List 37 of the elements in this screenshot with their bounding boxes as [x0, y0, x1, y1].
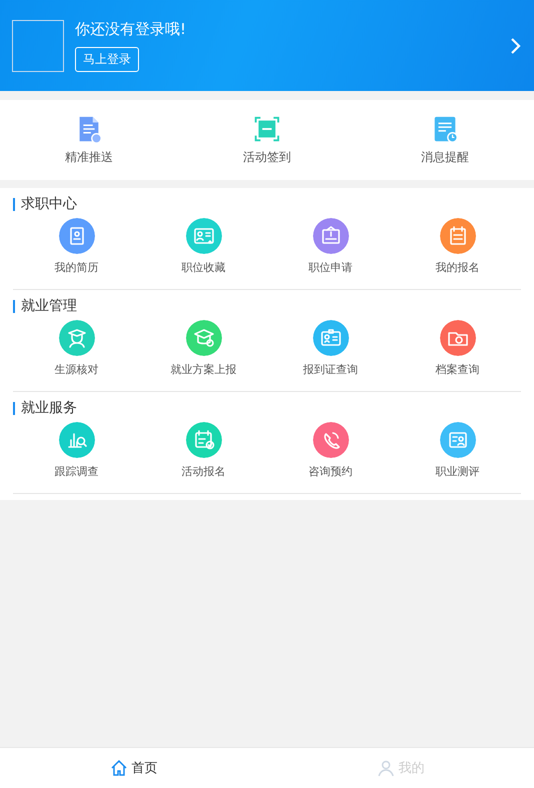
- menu-item-label[interactable]: 跟踪调查: [54, 464, 98, 479]
- chart-search-icon[interactable]: [58, 422, 94, 458]
- test-sheet-icon[interactable]: [440, 422, 476, 458]
- person-icon: [376, 759, 394, 777]
- calendar-icon[interactable]: [186, 422, 222, 458]
- clipboard-icon[interactable]: [440, 218, 476, 254]
- login-prompt: 你还没有登录哦!: [75, 20, 186, 38]
- menu-item-label[interactable]: 活动报名: [182, 464, 226, 479]
- job-sign-icon[interactable]: [312, 218, 348, 254]
- quick-action[interactable]: 活动签到: [243, 149, 291, 166]
- menu-item-label[interactable]: 生源核对: [54, 362, 98, 377]
- section-title: 就业管理: [21, 297, 77, 315]
- nav-tab[interactable]: 首页: [132, 759, 158, 777]
- menu-item-label[interactable]: 职位申请: [308, 260, 352, 275]
- section-title: 求职中心: [21, 195, 77, 213]
- quick-action[interactable]: 精准推送: [65, 149, 113, 166]
- menu-item-label[interactable]: 报到证查询: [303, 362, 358, 377]
- quick-action[interactable]: 消息提醒: [421, 149, 469, 166]
- id-card-icon[interactable]: [186, 218, 222, 254]
- home-icon: [110, 759, 128, 777]
- phone-icon[interactable]: [312, 422, 348, 458]
- chevron-right-icon[interactable]: [510, 36, 522, 54]
- menu-item-label[interactable]: 职业测评: [436, 464, 480, 479]
- menu-item-label[interactable]: 职位收藏: [182, 260, 226, 275]
- badge-icon[interactable]: [312, 320, 348, 356]
- menu-item-label[interactable]: 咨询预约: [308, 464, 352, 479]
- menu-item-label[interactable]: 就业方案上报: [170, 362, 236, 377]
- menu-item-label[interactable]: 档案查询: [436, 362, 480, 377]
- resume-icon[interactable]: [58, 218, 94, 254]
- graduation-cap-icon[interactable]: [186, 320, 222, 356]
- folder-icon[interactable]: [440, 320, 476, 356]
- scan-icon: [252, 114, 282, 144]
- menu-item-label[interactable]: 我的简历: [54, 260, 98, 275]
- section-title: 就业服务: [21, 399, 77, 417]
- menu-item-label[interactable]: 我的报名: [436, 260, 480, 275]
- avatar-frame[interactable]: [12, 20, 64, 72]
- graduate-icon[interactable]: [58, 320, 94, 356]
